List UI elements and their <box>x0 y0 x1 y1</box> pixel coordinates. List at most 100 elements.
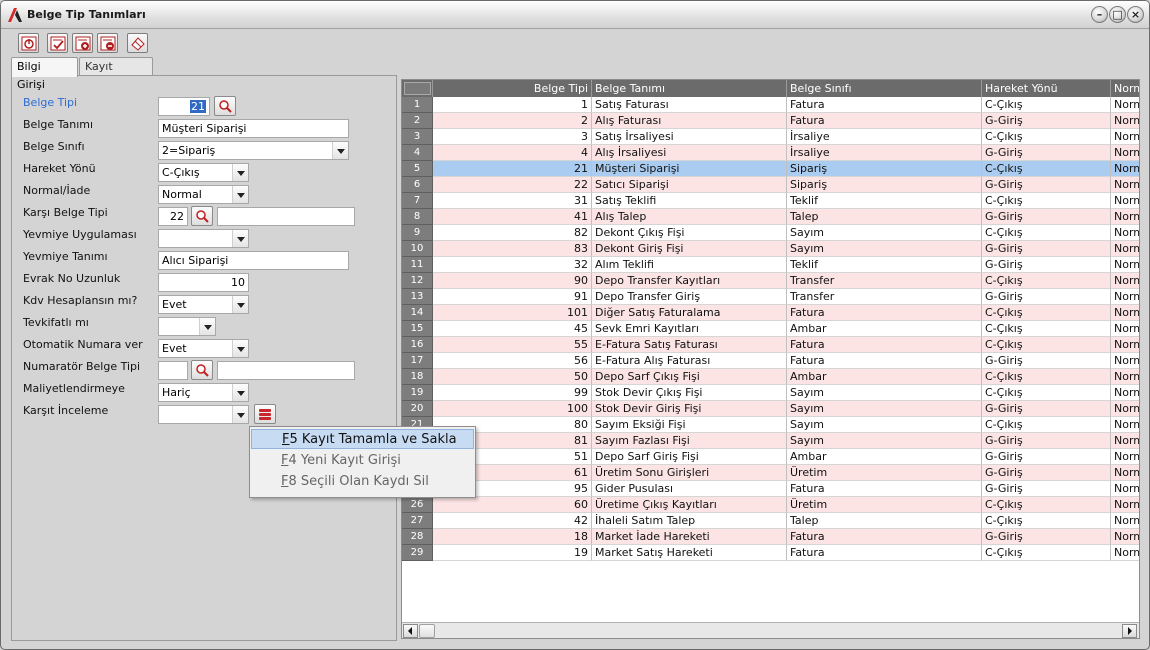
cell-belge-tanimi[interactable]: Depo Transfer Giriş <box>592 289 787 305</box>
cell-hareket-yonu[interactable]: G-Giriş <box>982 481 1111 497</box>
horizontal-scrollbar[interactable] <box>402 622 1139 638</box>
cell-belge-tipi[interactable]: 82 <box>433 225 592 241</box>
table-row[interactable]: 28 18 Market İade Hareketi Fatura G-Giriş Nor… <box>402 529 1139 545</box>
table-row[interactable]: 2180Sayım Eksiği FişiSayımC-ÇıkışNorm <box>402 417 1139 433</box>
cell-norm[interactable]: Norm <box>1111 401 1139 417</box>
table-row[interactable]: 14 101 Diğer Satış Faturalama Fatura C-Çıkış… <box>402 305 1139 321</box>
cell-norm[interactable]: Norm <box>1111 257 1139 273</box>
row-number[interactable]: 7 <box>402 193 433 209</box>
cell-norm[interactable]: Norm <box>1111 161 1139 177</box>
col-header-hareket-yonu[interactable]: Hareket Yönü <box>982 80 1111 97</box>
maximize-button[interactable]: □ <box>1109 6 1126 23</box>
cell-belge-sinifi[interactable]: Sayım <box>787 417 982 433</box>
table-row[interactable]: 2742İhaleli Satım TalepTalepC-ÇıkışNorm <box>402 513 1139 529</box>
col-header-norm[interactable]: Norm <box>1111 80 1139 97</box>
cell-hareket-yonu[interactable]: C-Çıkış <box>982 273 1111 289</box>
table-row[interactable]: 13 91 Depo Transfer Giriş Transfer G-Giriş No… <box>402 289 1139 305</box>
cell-belge-sinifi[interactable]: Teklif <box>787 193 982 209</box>
cell-belge-sinifi[interactable]: Üretim <box>787 497 982 513</box>
cell-belge-sinifi[interactable]: Fatura <box>787 353 982 369</box>
cell-belge-tipi[interactable]: 100 <box>433 401 592 417</box>
cell-belge-sinifi[interactable]: Sipariş <box>787 177 982 193</box>
row-number[interactable]: 5 <box>402 161 433 177</box>
cell-norm[interactable]: Norm <box>1111 193 1139 209</box>
cell-belge-sinifi[interactable]: Talep <box>787 209 982 225</box>
col-header-belge-tipi[interactable]: Belge Tipi <box>433 80 592 97</box>
table-row[interactable]: 2461Üretim Sonu GirişleriÜretimG-GirişNo… <box>402 465 1139 481</box>
cell-belge-tipi[interactable]: 22 <box>433 177 592 193</box>
cell-norm[interactable]: Norm <box>1111 225 1139 241</box>
cell-hareket-yonu[interactable]: C-Çıkış <box>982 129 1111 145</box>
cell-belge-sinifi[interactable]: Teklif <box>787 257 982 273</box>
cell-norm[interactable]: Norm <box>1111 177 1139 193</box>
scroll-right-button[interactable] <box>1122 624 1137 638</box>
cell-belge-sinifi[interactable]: Fatura <box>787 113 982 129</box>
cell-belge-tanimi[interactable]: Dekont Çıkış Fişi <box>592 225 787 241</box>
tab-bilgi-girisi[interactable]: Bilgi Girişi <box>11 57 78 91</box>
cell-belge-tipi[interactable]: 19 <box>433 545 592 561</box>
cell-belge-tipi[interactable]: 90 <box>433 273 592 289</box>
cell-belge-tanimi[interactable]: Satıcı Siparişi <box>592 177 787 193</box>
cell-belge-tipi[interactable]: 60 <box>433 497 592 513</box>
cell-norm[interactable]: Norm <box>1111 513 1139 529</box>
table-row[interactable]: 22Alış FaturasıFaturaG-GirişNorm <box>402 113 1139 129</box>
cell-belge-tanimi[interactable]: Market İade Hareketi <box>592 529 787 545</box>
cell-belge-tipi[interactable]: 50 <box>433 369 592 385</box>
row-number[interactable]: 2 <box>402 113 433 129</box>
belge-tipi-input[interactable]: 21 <box>158 97 210 116</box>
cell-norm[interactable]: Norm <box>1111 321 1139 337</box>
cell-belge-tipi[interactable]: 3 <box>433 129 592 145</box>
kdv-hesaplansin-select[interactable]: Evet <box>158 295 249 314</box>
col-header-belge-sinifi[interactable]: Belge Sınıfı <box>787 80 982 97</box>
cell-belge-sinifi[interactable]: Ambar <box>787 449 982 465</box>
cell-norm[interactable]: Norm <box>1111 241 1139 257</box>
cell-norm[interactable]: Norm <box>1111 113 1139 129</box>
cell-belge-tanimi[interactable]: Depo Sarf Giriş Fişi <box>592 449 787 465</box>
cell-belge-sinifi[interactable]: Sayım <box>787 225 982 241</box>
cell-hareket-yonu[interactable]: C-Çıkış <box>982 497 1111 513</box>
row-number[interactable]: 26 <box>402 497 433 513</box>
cell-norm[interactable]: Norm <box>1111 209 1139 225</box>
cell-norm[interactable]: Norm <box>1111 97 1139 113</box>
row-number[interactable]: 10 <box>402 241 433 257</box>
cell-belge-sinifi[interactable]: Transfer <box>787 289 982 305</box>
cell-belge-tanimi[interactable]: Stok Devir Çıkış Fişi <box>592 385 787 401</box>
add-record-button[interactable] <box>72 33 93 53</box>
row-number[interactable]: 18 <box>402 369 433 385</box>
row-number[interactable]: 13 <box>402 289 433 305</box>
table-row[interactable]: 1132Alım TeklifiTeklifG-GirişNorm <box>402 257 1139 273</box>
table-row[interactable]: 1083Dekont Giriş FişiSayımG-GirişNorm <box>402 241 1139 257</box>
cell-belge-sinifi[interactable]: Fatura <box>787 481 982 497</box>
cell-norm[interactable]: Norm <box>1111 337 1139 353</box>
cell-hareket-yonu[interactable]: C-Çıkış <box>982 337 1111 353</box>
numarator-tanimi-field[interactable] <box>217 361 355 380</box>
cell-belge-tanimi[interactable]: Gider Pusulası <box>592 481 787 497</box>
grid-corner[interactable] <box>402 80 433 97</box>
table-row[interactable]: 2351Depo Sarf Giriş FişiAmbarG-GirişNorm <box>402 449 1139 465</box>
cell-hareket-yonu[interactable]: C-Çıkış <box>982 161 1111 177</box>
row-number[interactable]: 19 <box>402 385 433 401</box>
row-number[interactable]: 27 <box>402 513 433 529</box>
cell-belge-sinifi[interactable]: Sayım <box>787 241 982 257</box>
cell-belge-sinifi[interactable]: İrsaliye <box>787 129 982 145</box>
cell-belge-tanimi[interactable]: Diğer Satış Faturalama <box>592 305 787 321</box>
hareket-yonu-select[interactable]: C-Çıkış <box>158 163 249 182</box>
tab-kayit-bilgisi[interactable]: Kayıt Bilgisi <box>79 57 153 91</box>
belge-tipi-lookup-button[interactable] <box>214 96 236 116</box>
cell-hareket-yonu[interactable]: C-Çıkış <box>982 369 1111 385</box>
table-row[interactable]: 20 100 Stok Devir Giriş Fişi Sayım G-Giriş No… <box>402 401 1139 417</box>
cell-belge-tipi[interactable]: 56 <box>433 353 592 369</box>
cell-norm[interactable]: Norm <box>1111 369 1139 385</box>
cell-belge-sinifi[interactable]: Ambar <box>787 321 982 337</box>
cell-belge-sinifi[interactable]: Fatura <box>787 305 982 321</box>
cell-hareket-yonu[interactable]: C-Çıkış <box>982 417 1111 433</box>
row-number[interactable]: 3 <box>402 129 433 145</box>
table-row[interactable]: 2281Sayım Fazlası FişiSayımG-GirişNorm <box>402 433 1139 449</box>
cell-belge-tipi[interactable]: 2 <box>433 113 592 129</box>
cell-belge-tanimi[interactable]: Sayım Eksiği Fişi <box>592 417 787 433</box>
numarator-belge-tipi-input[interactable] <box>158 361 188 380</box>
evrak-no-uzunluk-input[interactable]: 10 <box>158 273 249 292</box>
cell-belge-tanimi[interactable]: E-Fatura Alış Faturası <box>592 353 787 369</box>
row-number[interactable]: 28 <box>402 529 433 545</box>
cell-hareket-yonu[interactable]: G-Giriş <box>982 353 1111 369</box>
